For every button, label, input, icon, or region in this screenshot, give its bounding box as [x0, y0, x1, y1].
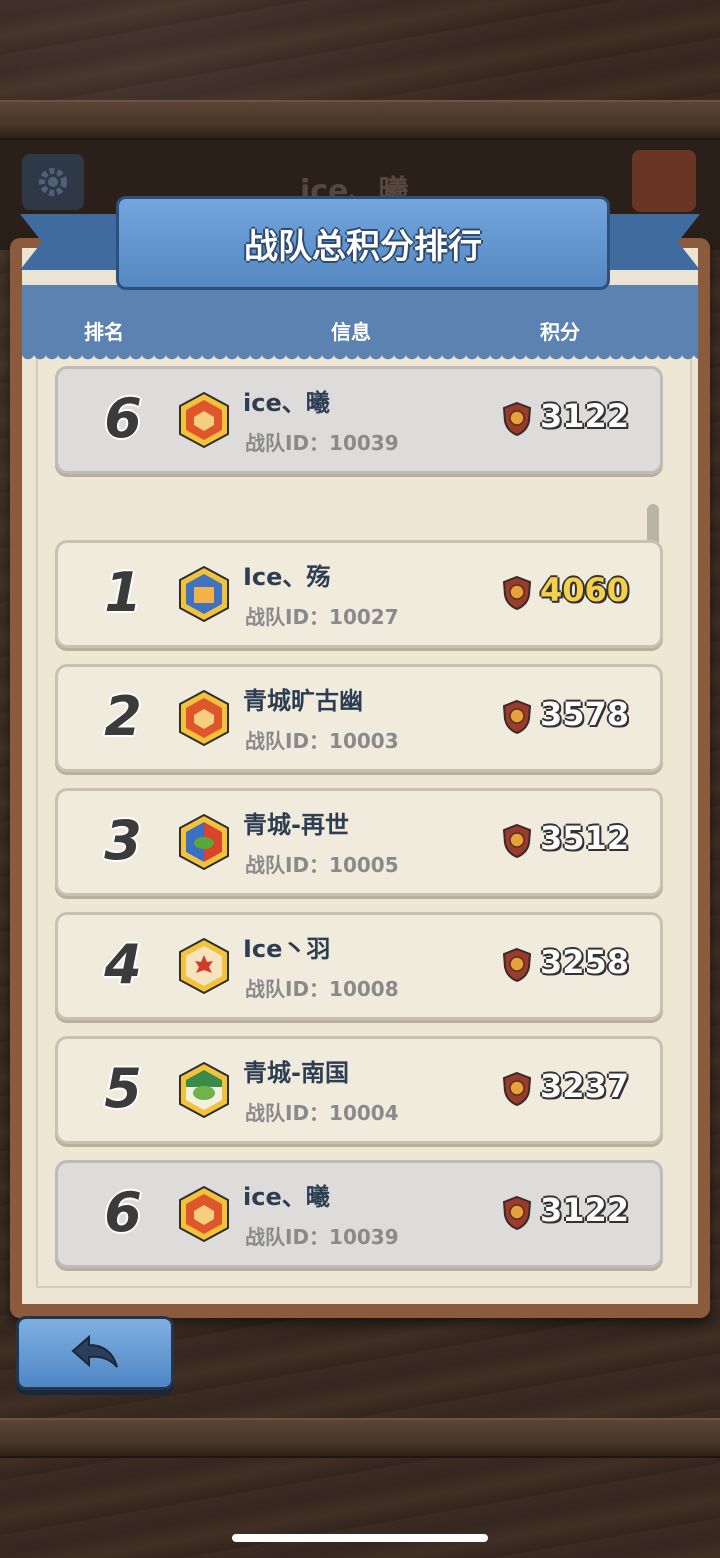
title-ribbon: 战队总积分排行	[116, 196, 610, 290]
team-score: 3578	[540, 695, 630, 733]
team-id: 战队ID：10005	[245, 853, 399, 877]
page-title: 战队总积分排行	[244, 226, 482, 267]
rank-number: 6	[104, 387, 142, 450]
shield-icon	[502, 401, 532, 437]
team-name: Ice、殇	[243, 563, 331, 591]
orange-crest-icon	[179, 689, 229, 747]
blue-red-leaf-crest-icon	[179, 813, 229, 871]
column-info: 信息	[331, 320, 371, 344]
ranking-row[interactable]: 1 Ice、殇 战队ID：10027 4060	[55, 540, 663, 648]
shield-icon	[502, 823, 532, 859]
shield-icon	[502, 575, 532, 611]
gear-icon	[22, 154, 84, 210]
ranking-row[interactable]: 3 青城-再世 战队ID：10005 3512	[55, 788, 663, 896]
team-id: 战队ID：10039	[245, 1225, 399, 1249]
top-wood-beam	[0, 100, 720, 140]
team-score: 3237	[540, 1067, 630, 1105]
ranking-row[interactable]: 2 青城旷古幽 战队ID：10003 3578	[55, 664, 663, 772]
ranking-row[interactable]: 4 Ice丶羽 战队ID：10008 3258	[55, 912, 663, 1020]
team-name: 青城-南国	[243, 1059, 349, 1087]
gear-icon-shape	[39, 168, 67, 196]
column-rank: 排名	[84, 320, 124, 344]
team-score: 3512	[540, 819, 630, 857]
green-leaf-crest-icon	[179, 1061, 229, 1119]
team-score: 3122	[540, 397, 630, 435]
rank-number: 1	[104, 561, 142, 624]
team-id: 战队ID：10027	[245, 605, 399, 629]
home-indicator[interactable]	[232, 1534, 488, 1542]
team-score: 3122	[540, 1191, 630, 1229]
team-id: 战队ID：10039	[245, 431, 399, 455]
team-name: Ice丶羽	[243, 935, 331, 963]
team-name: 青城-再世	[243, 811, 349, 839]
shield-icon	[502, 947, 532, 983]
team-score: 3258	[540, 943, 630, 981]
shield-icon	[502, 1195, 532, 1231]
team-id: 战队ID：10008	[245, 977, 399, 1001]
shield-icon	[502, 1071, 532, 1107]
team-score: 4060	[540, 571, 630, 609]
maple-leaf-crest-icon	[179, 937, 229, 995]
ranking-row[interactable]: 5 青城-南国 战队ID：10004 3237	[55, 1036, 663, 1144]
team-id: 战队ID：10003	[245, 729, 399, 753]
shield-icon	[502, 699, 532, 735]
team-name: ice、曦	[243, 1183, 330, 1211]
bottom-wood-beam	[0, 1418, 720, 1458]
orange-crest-icon	[179, 391, 229, 449]
team-id: 战队ID：10004	[245, 1101, 399, 1125]
blue-crest-icon	[179, 565, 229, 623]
rank-number: 5	[104, 1057, 142, 1120]
rank-number: 2	[104, 685, 142, 748]
ranking-row-my-team[interactable]: 6 ice、曦 战队ID：10039 3122	[55, 1160, 663, 1268]
rank-number: 3	[104, 809, 142, 872]
team-name: 青城旷古幽	[243, 687, 363, 715]
column-score: 积分	[540, 320, 580, 344]
my-team-card[interactable]: 6 ice、曦 战队ID：10039 3122	[55, 366, 663, 474]
team-name: ice、曦	[243, 389, 330, 417]
rank-number: 6	[104, 1181, 142, 1244]
orange-crest-icon	[179, 1185, 229, 1243]
rank-number: 4	[104, 933, 142, 996]
back-button[interactable]	[16, 1316, 174, 1390]
back-arrow-icon	[71, 1334, 118, 1368]
badge-icon	[632, 150, 696, 212]
